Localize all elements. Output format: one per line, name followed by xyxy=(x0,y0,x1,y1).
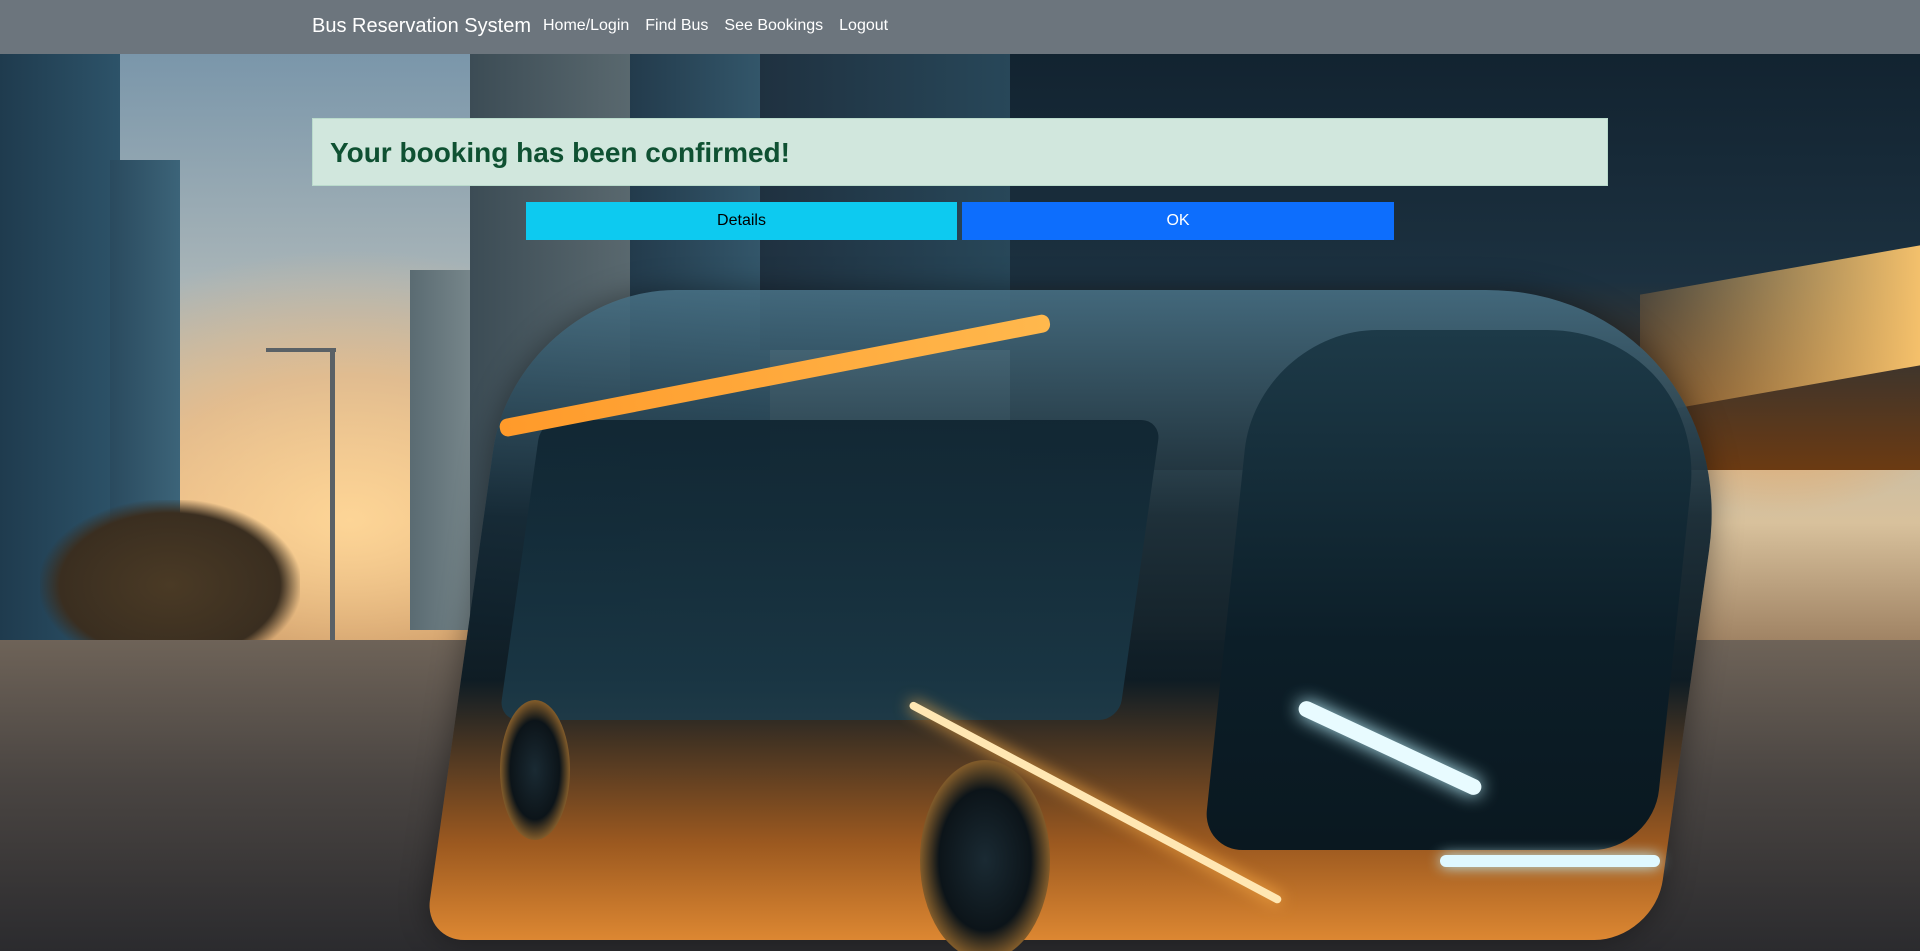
nav-logout[interactable]: Logout xyxy=(831,16,896,36)
bus-wheel xyxy=(500,700,570,840)
details-button[interactable]: Details xyxy=(526,202,957,240)
nav-links: Home/Login Find Bus See Bookings Logout xyxy=(535,16,896,36)
bus-window xyxy=(498,420,1162,720)
nav-home-login[interactable]: Home/Login xyxy=(535,16,637,36)
bus-wheel xyxy=(920,760,1050,951)
bus-lower-light xyxy=(1440,855,1660,867)
street-lamp xyxy=(330,350,335,650)
brand-link[interactable]: Bus Reservation System xyxy=(312,14,531,38)
nav-see-bookings[interactable]: See Bookings xyxy=(716,16,831,36)
nav-find-bus[interactable]: Find Bus xyxy=(637,16,716,36)
navbar: Bus Reservation System Home/Login Find B… xyxy=(0,0,1920,54)
booking-confirmed-alert: Your booking has been confirmed! xyxy=(312,118,1608,186)
ok-button[interactable]: OK xyxy=(962,202,1394,240)
street-lamp-arm xyxy=(266,348,336,352)
alert-message: Your booking has been confirmed! xyxy=(330,137,790,168)
